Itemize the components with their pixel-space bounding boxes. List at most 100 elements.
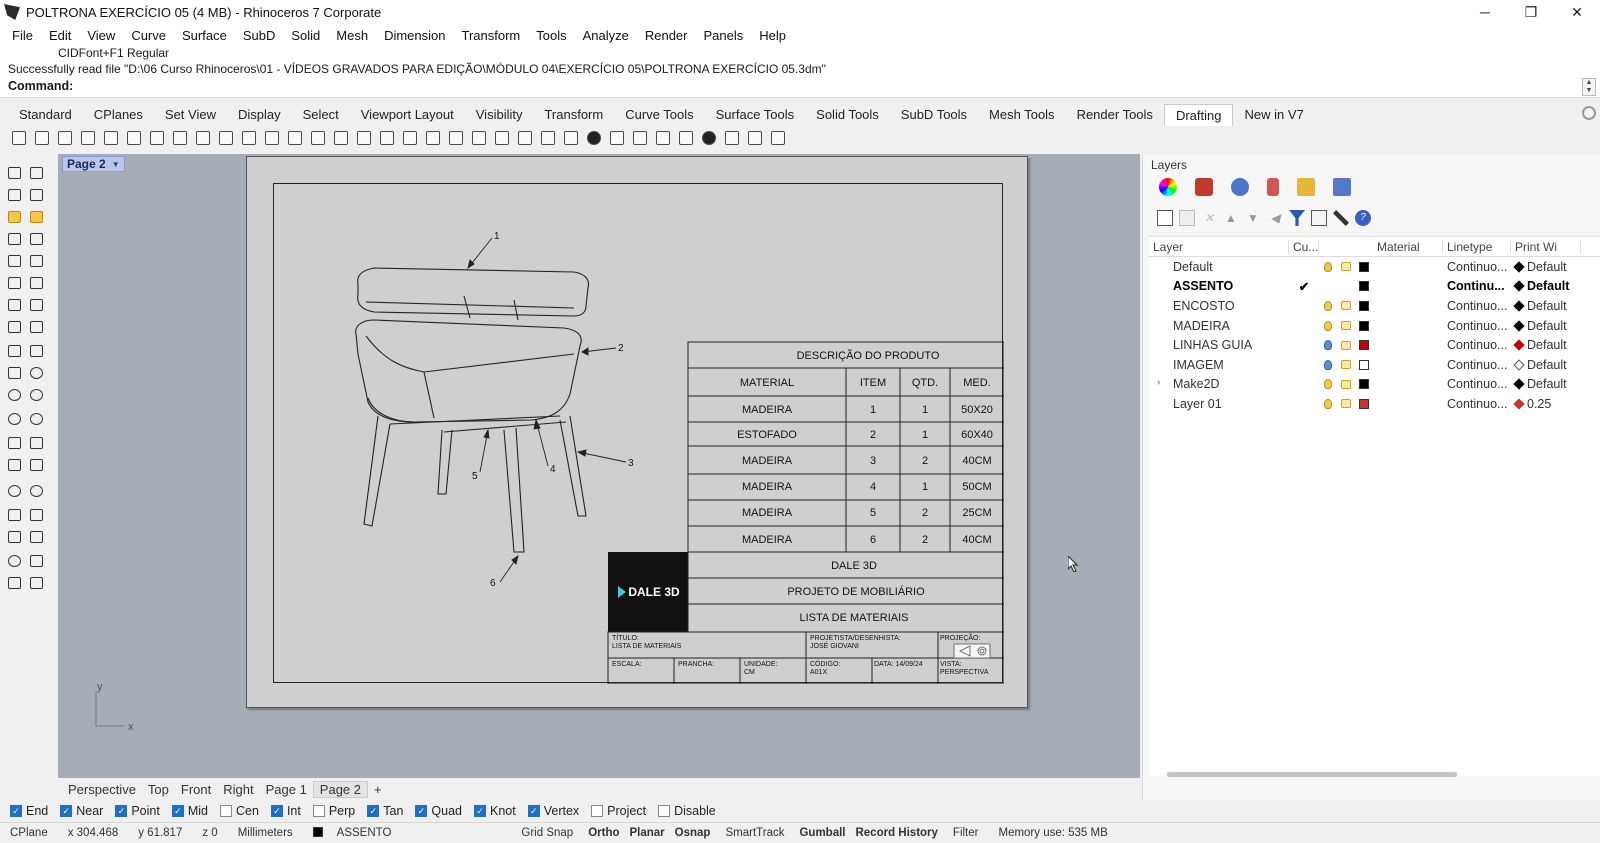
materials-icon[interactable] — [1267, 178, 1279, 196]
layer-print-width[interactable]: Default — [1511, 338, 1581, 352]
padlock-icon[interactable] — [1337, 262, 1355, 272]
pointcloud-icon[interactable] — [4, 342, 24, 360]
curve-icon[interactable] — [4, 230, 24, 248]
mirror-icon[interactable] — [26, 528, 46, 546]
section-icon[interactable] — [422, 127, 444, 149]
tab-perspective[interactable]: Perspective — [62, 782, 142, 797]
layer-color-swatch[interactable] — [1355, 340, 1373, 351]
layer-linetype[interactable]: Continuo... — [1443, 319, 1511, 333]
tab-subd-tools[interactable]: SubD Tools — [890, 104, 978, 126]
layer-print-width[interactable]: 0.25 — [1511, 397, 1581, 411]
add-layout-tab-icon[interactable]: + — [368, 782, 388, 797]
layers-icon[interactable] — [1195, 178, 1213, 196]
circle-tangent-icon[interactable] — [26, 386, 46, 404]
tab-transform[interactable]: Transform — [533, 104, 614, 126]
polyline-icon[interactable] — [4, 186, 24, 204]
layer-print-width[interactable]: Default — [1511, 299, 1581, 313]
picture-icon[interactable] — [675, 127, 697, 149]
osnap-quad[interactable]: ✓ Quad — [415, 804, 462, 818]
osnap-point[interactable]: ✓ Point — [115, 804, 160, 818]
chevron-down-icon[interactable]: ▼ — [112, 160, 120, 169]
leader-icon[interactable] — [238, 127, 260, 149]
menu-curve[interactable]: Curve — [123, 28, 174, 43]
tab-drafting[interactable]: Drafting — [1163, 104, 1234, 126]
column-current[interactable]: Cu... — [1289, 239, 1319, 254]
lightbulb-icon[interactable] — [1319, 359, 1337, 370]
solid-icon[interactable] — [26, 208, 46, 226]
layer-print-width[interactable]: Default — [1511, 279, 1581, 293]
tab-cplanes[interactable]: CPlanes — [83, 104, 154, 126]
cplane-indicator[interactable]: CPlane — [0, 827, 58, 839]
padlock-icon[interactable] — [1337, 321, 1355, 331]
command-input[interactable] — [72, 78, 1582, 95]
layout-icon[interactable] — [8, 127, 30, 149]
contour-icon[interactable] — [445, 127, 467, 149]
tab-set-view[interactable]: Set View — [154, 104, 227, 126]
tools-icon[interactable] — [1333, 210, 1349, 226]
interp-curve-icon[interactable] — [26, 230, 46, 248]
array-icon[interactable] — [26, 574, 46, 592]
arrow-icon[interactable] — [261, 127, 283, 149]
record-history-toggle[interactable]: Record History — [850, 827, 942, 839]
smarttrack-toggle[interactable]: SmartTrack — [715, 827, 794, 839]
dimension-line-icon[interactable] — [26, 318, 46, 336]
tab-surface-tools[interactable]: Surface Tools — [705, 104, 806, 126]
grid-table-icon[interactable] — [560, 127, 582, 149]
tab-solid-tools[interactable]: Solid Tools — [805, 104, 890, 126]
units-indicator[interactable]: Millimeters — [228, 827, 303, 839]
column-linetype[interactable]: Linetype — [1443, 239, 1511, 254]
join-icon[interactable] — [26, 552, 46, 570]
osnap-project[interactable]: Project — [591, 804, 646, 818]
lightbulb-icon[interactable] — [1319, 398, 1337, 409]
explode-icon[interactable] — [4, 552, 24, 570]
column-layer[interactable]: Layer — [1149, 239, 1289, 254]
move-icon[interactable] — [4, 364, 24, 382]
copy-layout-icon[interactable] — [54, 127, 76, 149]
layer-print-width[interactable]: Default — [1511, 319, 1581, 333]
menu-analyze[interactable]: Analyze — [575, 28, 637, 43]
command-history-scroll[interactable]: ▲ ▼ — [1582, 78, 1596, 96]
toolbar-settings-gear-icon[interactable] — [1582, 106, 1596, 120]
minimize-icon[interactable]: ─ — [1462, 0, 1508, 24]
padlock-icon[interactable] — [1337, 340, 1355, 350]
current-layer-indicator[interactable]: ASSENTO — [303, 827, 412, 839]
layer-linetype[interactable]: Continuo... — [1443, 338, 1511, 352]
arc-center-icon[interactable] — [26, 434, 46, 452]
rendering-icon[interactable] — [1231, 178, 1249, 196]
filter-toggle[interactable]: Filter — [943, 827, 989, 839]
lightbulb-icon[interactable] — [1319, 340, 1337, 351]
layer-row-linhas-guia[interactable]: LINHAS GUIA Continuo... Default — [1149, 335, 1600, 355]
tab-display[interactable]: Display — [227, 104, 292, 126]
sweep-icon[interactable] — [26, 482, 46, 500]
divide-icon[interactable] — [26, 342, 46, 360]
planar-toggle[interactable]: Planar — [625, 827, 670, 839]
print-icon[interactable] — [606, 127, 628, 149]
environment-icon[interactable] — [1333, 178, 1351, 196]
rotated-dimension-icon[interactable] — [169, 127, 191, 149]
tab-curve-tools[interactable]: Curve Tools — [614, 104, 704, 126]
tab-right[interactable]: Right — [217, 782, 259, 797]
menu-edit[interactable]: Edit — [41, 28, 79, 43]
light-icon[interactable] — [698, 127, 720, 149]
layer-color-swatch[interactable] — [1355, 281, 1373, 292]
tab-render-tools[interactable]: Render Tools — [1066, 104, 1164, 126]
aligned-dimension-icon[interactable] — [146, 127, 168, 149]
ortho-toggle[interactable]: Ortho — [583, 827, 624, 839]
make2d-icon[interactable] — [376, 127, 398, 149]
layer-color-swatch[interactable] — [1355, 379, 1373, 390]
tab-page-2[interactable]: Page 2 — [312, 780, 368, 798]
polygon-icon[interactable] — [4, 318, 24, 336]
new-layout-icon[interactable] — [31, 127, 53, 149]
tab-mesh-tools[interactable]: Mesh Tools — [978, 104, 1066, 126]
new-layer-icon[interactable] — [1157, 210, 1173, 226]
arc-tool-icon[interactable] — [4, 434, 24, 452]
menu-panels[interactable]: Panels — [695, 28, 751, 43]
layer-linetype[interactable]: Continu... — [1443, 279, 1511, 293]
ellipse-icon[interactable] — [4, 410, 24, 428]
layer-print-width[interactable]: Default — [1511, 377, 1581, 391]
circle-icon[interactable] — [4, 386, 24, 404]
box-icon[interactable] — [629, 127, 651, 149]
layer-row-default[interactable]: Default Continuo... Default — [1149, 257, 1600, 277]
osnap-vertex[interactable]: ✓ Vertex — [527, 804, 579, 818]
measure-icon[interactable] — [767, 127, 789, 149]
